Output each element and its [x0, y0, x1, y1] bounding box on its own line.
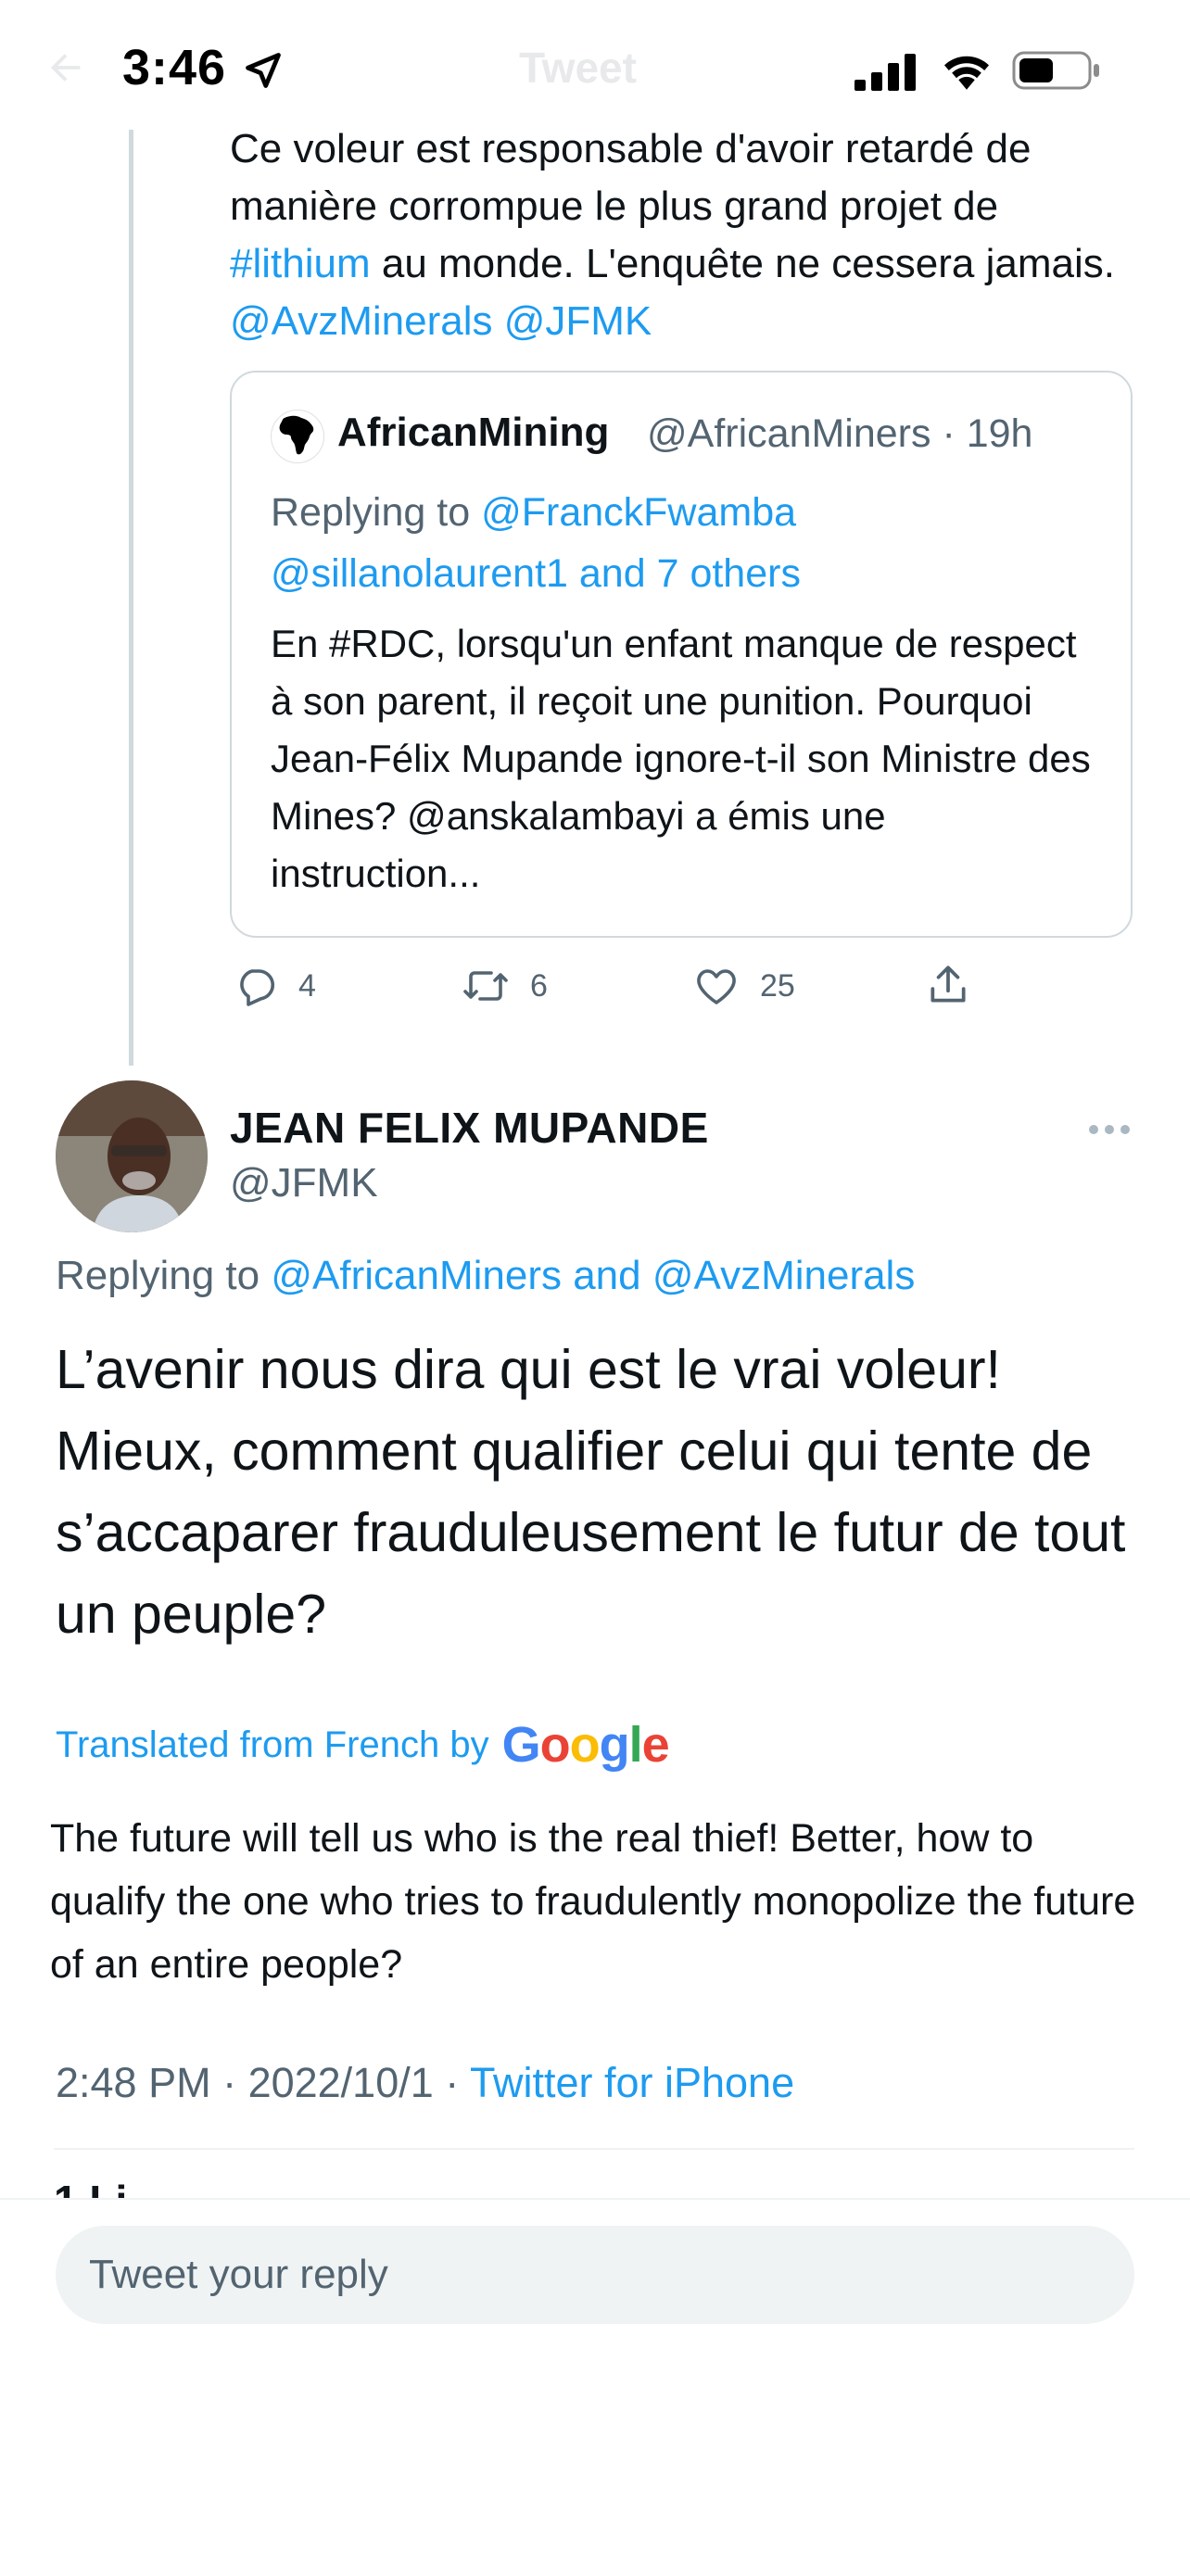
retweet-button[interactable]: 6: [462, 964, 548, 1008]
mention-link[interactable]: @AfricanMiners and @AvzMinerals: [271, 1253, 915, 1298]
tweet-text-segment: Ce voleur est responsable d'avoir retard…: [230, 126, 1032, 229]
location-arrow-icon: [243, 50, 284, 91]
quoted-author-name[interactable]: AfricanMining: [337, 410, 609, 456]
wifi-icon: [938, 48, 995, 91]
reply-count: 4: [298, 967, 316, 1004]
timestamp: 2:48 PM · 2022/10/1 ·: [56, 2059, 470, 2106]
thread-connector-line: [129, 130, 133, 1066]
quoted-tweet-card[interactable]: AfricanMining @AfricanMiners · 19h Reply…: [230, 371, 1133, 938]
google-logo: Google: [501, 1717, 670, 1773]
translated-text: The future will tell us who is the real …: [50, 1816, 1136, 1987]
quoted-author-handle-time: @AfricanMiners · 19h: [647, 411, 1033, 456]
like-button[interactable]: 25: [693, 964, 795, 1008]
replying-to: Replying to @AfricanMiners and @AvzMiner…: [56, 1253, 915, 1299]
mention-link[interactable]: @FranckFwamba: [481, 490, 796, 535]
retweet-icon: [463, 971, 508, 1001]
page-title: Tweet: [519, 44, 637, 92]
parent-tweet-text: Ce voleur est responsable d'avoir retard…: [230, 120, 1138, 350]
translated-label: Translated from French by: [56, 1724, 489, 1765]
translation-attribution: Translated from French by Google: [56, 1716, 670, 1774]
mention-link[interactable]: @sillanolaurent1 and 7 others: [271, 551, 801, 596]
reply-button[interactable]: 4: [234, 964, 316, 1008]
share-icon: [930, 966, 966, 1003]
quoted-tweet-text: En #RDC, lorsqu'un enfant manque de resp…: [271, 622, 1091, 895]
heart-icon: [697, 969, 736, 1004]
tweet-metadata: 2:48 PM · 2022/10/1 · Twitter for iPhone: [56, 2059, 794, 2107]
tweet-text: L’avenir nous dira qui est le vrai voleu…: [56, 1339, 1126, 1645]
mention-link[interactable]: @JFMK: [504, 298, 652, 344]
reply-input[interactable]: [56, 2226, 1134, 2324]
source-link[interactable]: Twitter for iPhone: [470, 2059, 794, 2106]
tweet-text-segment: [493, 298, 504, 344]
battery-icon: [1012, 50, 1101, 91]
author-handle[interactable]: @JFMK: [230, 1160, 378, 1206]
author-avatar[interactable]: [56, 1080, 208, 1232]
status-bar: 3:46 Tweet: [0, 0, 1190, 130]
quoted-replying-to: Replying to @FranckFwamba @sillanolaurent…: [271, 482, 1105, 604]
retweet-count: 6: [530, 967, 548, 1004]
like-count: 25: [760, 967, 795, 1004]
status-clock: 3:46: [122, 40, 227, 95]
bottom-bar: [0, 2198, 1190, 2576]
back-arrow-icon[interactable]: [44, 46, 87, 89]
divider: [54, 2148, 1134, 2150]
replying-prefix: Replying to: [271, 490, 482, 535]
author-name[interactable]: JEAN FELIX MUPANDE: [230, 1103, 709, 1153]
more-options-icon[interactable]: [1088, 1123, 1131, 1136]
replying-prefix: Replying to: [56, 1253, 272, 1298]
quoted-author-avatar: [271, 410, 324, 463]
cellular-signal-icon: [855, 54, 919, 91]
tweet-text-segment: au monde. L'enquête ne cessera jamais.: [370, 241, 1115, 286]
reply-icon: [240, 969, 275, 1006]
mention-link[interactable]: @AvzMinerals: [230, 298, 493, 344]
hashtag-link[interactable]: #lithium: [230, 241, 371, 286]
share-button[interactable]: [925, 962, 971, 1008]
